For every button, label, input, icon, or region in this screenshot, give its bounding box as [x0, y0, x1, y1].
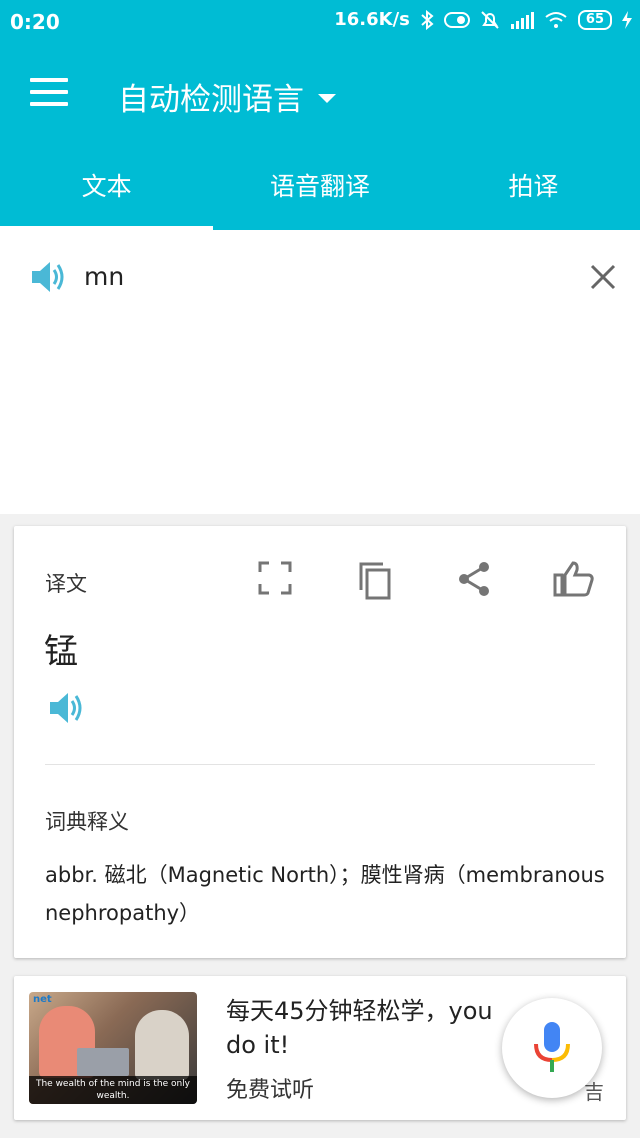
- thumbs-up-icon[interactable]: [553, 560, 595, 598]
- wifi-icon: [545, 11, 567, 28]
- input-area: mn: [0, 230, 640, 514]
- menu-bar-line: [30, 90, 68, 94]
- result-speaker-icon[interactable]: [48, 691, 84, 725]
- tab-text[interactable]: 文本: [0, 156, 214, 230]
- language-label: 自动检测语言: [118, 82, 304, 118]
- fullscreen-icon[interactable]: [257, 560, 293, 596]
- ad-image-caption: The wealth of the mind is the only wealt…: [29, 1076, 197, 1104]
- source-text-input[interactable]: mn: [84, 262, 124, 291]
- app-bar: 自动检测语言 文本 语音翻译 拍译: [0, 46, 640, 230]
- signal-icon: [510, 11, 534, 29]
- language-selector[interactable]: 自动检测语言: [118, 74, 336, 119]
- tab-bar: 文本 语音翻译 拍译: [0, 156, 640, 230]
- translated-word: 锰: [44, 632, 78, 672]
- source-speaker-icon[interactable]: [30, 260, 66, 294]
- ad-image-brand: net: [33, 994, 52, 1005]
- status-icons: 16.6K/s 65: [334, 9, 632, 30]
- net-speed: 16.6K/s: [334, 9, 410, 30]
- microphone-icon: [534, 1022, 570, 1072]
- ad-image-person: [135, 1010, 189, 1080]
- status-bar: 0:20 16.6K/s 65: [0, 0, 640, 46]
- divider: [45, 764, 595, 765]
- mute-bell-icon: [481, 10, 499, 29]
- copy-icon[interactable]: [355, 560, 393, 600]
- menu-button[interactable]: [30, 78, 68, 108]
- bluetooth-icon: [421, 9, 434, 30]
- toggle-icon: [443, 11, 470, 28]
- chevron-down-icon: [318, 94, 336, 103]
- voice-input-button[interactable]: [502, 998, 602, 1098]
- menu-bar-line: [30, 78, 68, 82]
- tab-photo-translate[interactable]: 拍译: [427, 156, 640, 230]
- status-time: 0:20: [10, 10, 60, 34]
- dictionary-label: 词典释义: [45, 810, 129, 834]
- tab-voice-translate[interactable]: 语音翻译: [213, 156, 426, 230]
- translation-card: 译文 锰 词典释义 abbr. 磁北（Magnetic North）；膜性肾病（…: [14, 526, 626, 958]
- dictionary-definition: abbr. 磁北（Magnetic North）；膜性肾病（membranous…: [45, 863, 605, 925]
- translation-label: 译文: [45, 572, 87, 596]
- ad-image-laptop: [77, 1048, 129, 1076]
- charging-icon: [622, 10, 632, 29]
- ad-title[interactable]: 每天45分钟轻松学，you do it!: [226, 994, 526, 1062]
- ad-subtitle[interactable]: 免费试听: [226, 1072, 314, 1104]
- share-icon[interactable]: [456, 560, 494, 598]
- battery-indicator: 65: [577, 9, 612, 30]
- menu-bar-line: [30, 102, 68, 106]
- ad-image[interactable]: net The wealth of the mind is the only w…: [29, 992, 197, 1104]
- close-icon[interactable]: [588, 262, 618, 292]
